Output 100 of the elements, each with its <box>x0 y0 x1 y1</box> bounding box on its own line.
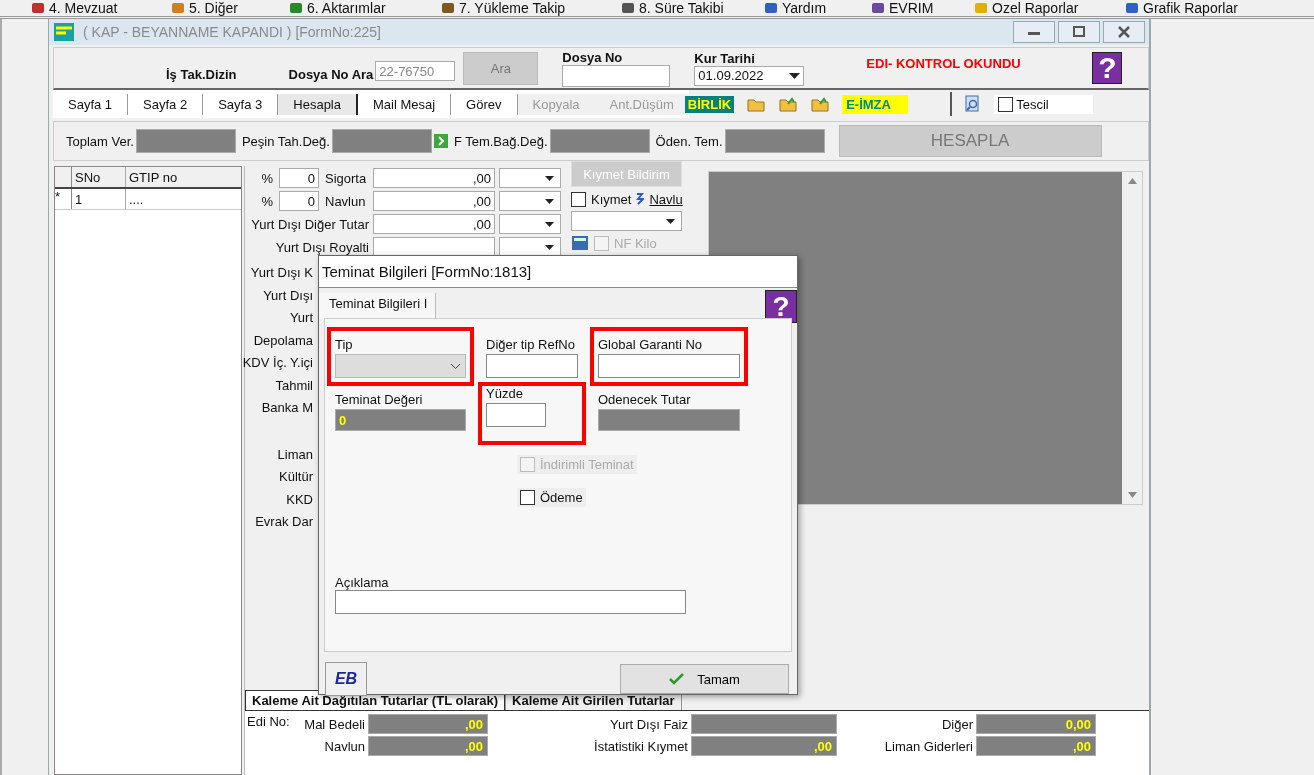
dropdown-arrow-icon <box>789 72 801 79</box>
dialog-title: Teminat Bilgileri [FormNo:1813] <box>319 256 797 288</box>
menu-item[interactable]: EVRIM <box>870 0 973 16</box>
arrow-right-icon[interactable] <box>433 134 448 148</box>
readonly-field: ,00 <box>691 736 837 756</box>
table-cell-text: .... <box>128 190 145 209</box>
dropdown-field[interactable] <box>335 354 466 378</box>
menu-icon <box>30 1 46 15</box>
field-label: Navlun <box>325 193 367 209</box>
link-icon <box>636 192 645 206</box>
scroll-down-icon[interactable] <box>1127 492 1137 498</box>
input-field[interactable] <box>486 403 546 427</box>
dropdown-arrow-icon <box>545 244 554 250</box>
help-button[interactable]: ? <box>1092 52 1123 84</box>
menu-icon <box>870 1 886 15</box>
amount-field[interactable]: ,00 <box>373 168 495 188</box>
menu-item[interactable]: Yardım <box>763 0 870 16</box>
field-label: Yurt Dışı <box>263 286 313 305</box>
checkbox-label: Kıymet <box>591 191 632 207</box>
percent-field[interactable]: 0 <box>279 191 319 211</box>
input-field[interactable] <box>598 354 740 378</box>
scrollbar[interactable] <box>1122 172 1142 504</box>
tab[interactable]: Hesapla <box>278 93 358 115</box>
date-field[interactable]: 01.09.2022 <box>694 65 805 86</box>
dropdown-field[interactable] <box>499 237 561 257</box>
folder-icon[interactable] <box>778 95 799 113</box>
status-message: EDI- KONTROL OKUNDU <box>866 55 1022 71</box>
menu-item[interactable]: Grafik Raporlar <box>1124 0 1238 16</box>
tab[interactable]: Görev <box>451 93 518 115</box>
amount-field[interactable]: ,00 <box>373 191 495 211</box>
menu-item[interactable]: 4. Mevzuat <box>30 0 170 16</box>
field-label: Global Garanti No <box>598 337 704 352</box>
field-label: Depolama <box>253 331 313 350</box>
tab[interactable]: Sayfa 2 <box>128 93 204 115</box>
field-label: Tahmil <box>275 376 313 395</box>
file-search-field[interactable]: 22-76750 <box>375 61 456 81</box>
percent-sign: % <box>261 170 273 186</box>
field-label: Yüzde <box>486 386 524 401</box>
menu-icon <box>763 1 779 15</box>
field-label: Yurt <box>289 309 313 327</box>
file-no-field[interactable] <box>562 64 671 87</box>
amount-field[interactable]: ,00 <box>373 214 495 234</box>
dropdown-field[interactable] <box>499 168 561 188</box>
menu-item[interactable]: 5. Diğer <box>170 0 288 16</box>
tab[interactable]: Mail Mesaj <box>358 93 452 115</box>
calculator-icon[interactable] <box>571 235 589 251</box>
tab[interactable]: Teminat Bilgileri I <box>319 293 437 319</box>
tab[interactable]: Sayfa 1 <box>53 93 129 115</box>
field-label: Yurt Dışı Faiz <box>608 716 688 732</box>
logo-button[interactable]: EB <box>325 662 367 696</box>
minimize-button[interactable] <box>1013 21 1055 43</box>
menu-item[interactable]: 7. Yükleme Takip <box>440 0 620 16</box>
dropdown-arrow-icon <box>666 218 675 224</box>
menu-item[interactable]: 6. Aktarımlar <box>288 0 440 16</box>
field-label: KKD <box>286 490 313 509</box>
field-label: Öden. Tem. <box>655 133 723 149</box>
window-title: ( KAP - BEYANNAME KAPANDI ) [FormNo:225] <box>83 24 382 40</box>
close-button[interactable] <box>1103 21 1145 43</box>
table-cell: 1 <box>72 189 126 209</box>
menu-item[interactable]: Ozel Raporlar <box>973 0 1124 16</box>
checkmark-icon <box>669 673 686 685</box>
field-label: Banka M <box>261 399 313 417</box>
checkbox[interactable] <box>520 490 535 505</box>
checkbox[interactable] <box>998 96 1014 112</box>
folder-icon[interactable] <box>810 95 831 113</box>
maximize-button[interactable] <box>1058 21 1100 43</box>
readonly-field: ,00 <box>368 714 488 734</box>
field-label: Tip <box>335 337 354 352</box>
dropdown-arrow-icon <box>545 221 554 227</box>
dropdown-field[interactable] <box>499 214 561 234</box>
birlik-button[interactable]: BİRLİK <box>684 95 735 113</box>
menu-icon <box>440 1 456 15</box>
percent-field[interactable]: 0 <box>279 168 319 188</box>
description-field[interactable] <box>335 590 686 614</box>
readonly-field: ,00 <box>368 736 488 756</box>
amount-field[interactable] <box>373 237 495 257</box>
input-field[interactable] <box>486 354 578 378</box>
checkbox[interactable] <box>571 191 586 207</box>
ok-button[interactable]: Tamam <box>620 664 789 694</box>
dropdown-field[interactable] <box>499 191 561 211</box>
readonly-field: 0,00 <box>976 714 1096 734</box>
dropdown-field[interactable] <box>571 211 682 231</box>
e-signature-button[interactable]: E-İMZA <box>842 94 909 114</box>
field-label: Diğer tip RefNo <box>486 337 576 352</box>
freight-link[interactable]: Navlu <box>649 191 683 207</box>
rate-date-label: Kur Tarihi <box>694 50 756 66</box>
field-label: Yurt Dışı Diğer Tutar <box>250 216 369 232</box>
dropdown-arrow-icon <box>545 175 554 181</box>
readonly-field: ,00 <box>976 736 1096 756</box>
field-label: Kültür <box>279 468 313 486</box>
field-label: Peşin Tah.Değ. <box>241 133 330 149</box>
menu-icon <box>973 1 989 15</box>
field-label: Mal Bedeli <box>303 716 365 732</box>
menu-item[interactable]: 8. Süre Takibi <box>620 0 763 16</box>
maximize-icon <box>1072 26 1086 38</box>
field-label: İstatistiki Kıymet <box>593 738 688 754</box>
close-icon <box>1117 26 1131 38</box>
field-label: Sigorta <box>325 170 368 186</box>
field-label: Açıklama <box>335 575 390 590</box>
scroll-up-icon[interactable] <box>1127 178 1137 184</box>
